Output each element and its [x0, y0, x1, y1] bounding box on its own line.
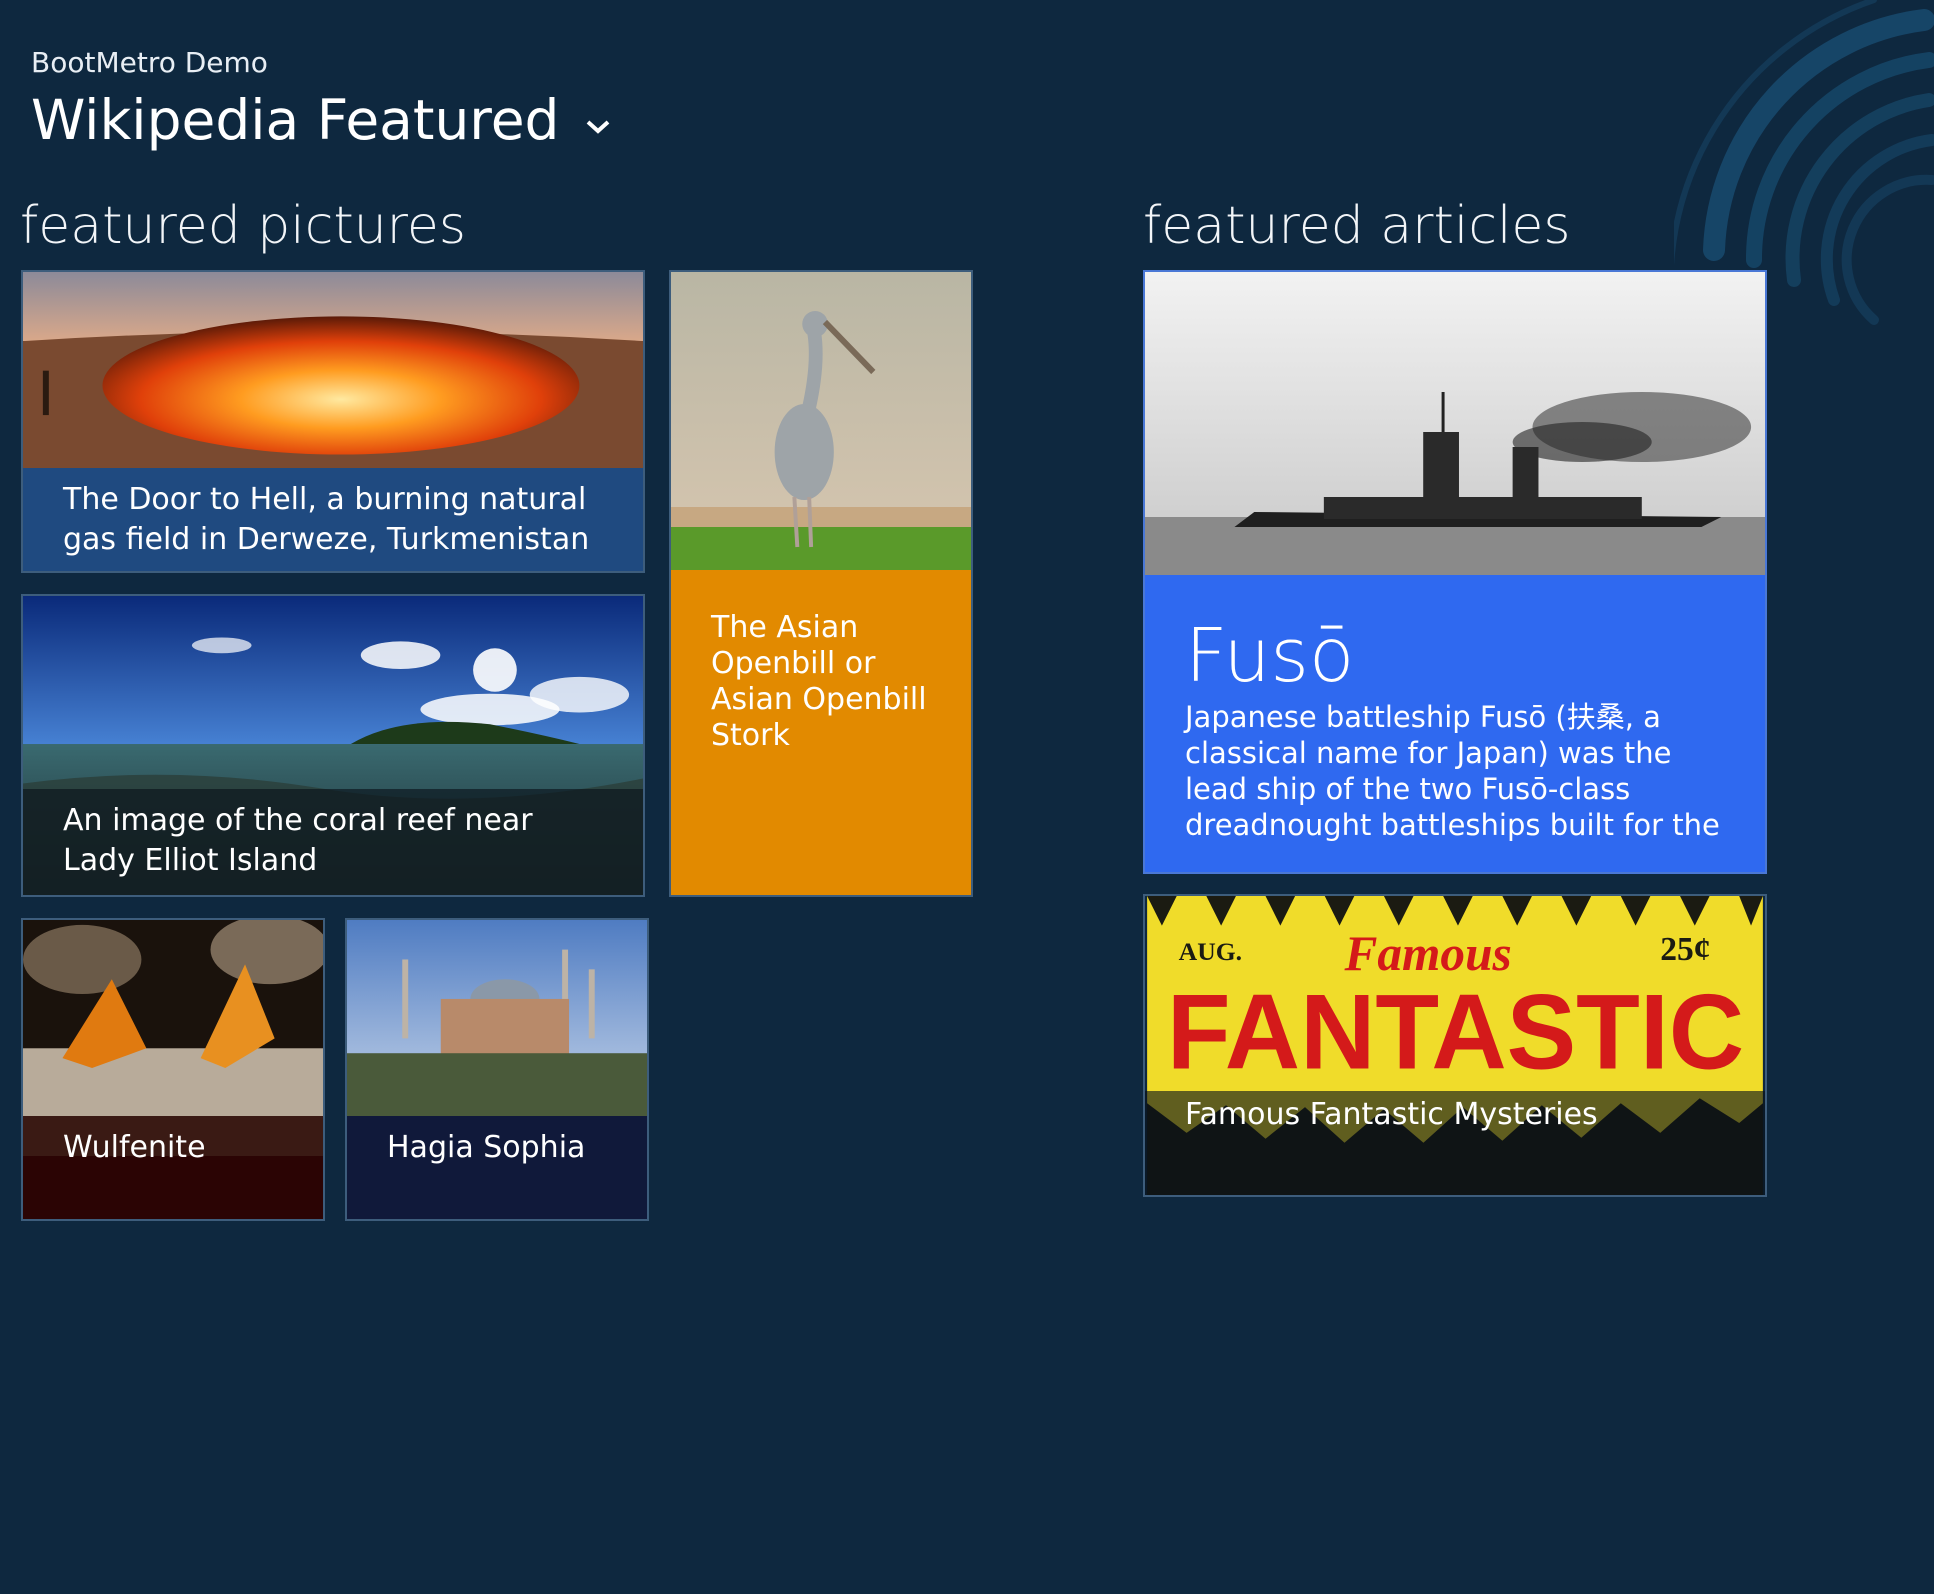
- section-title-featured-articles: featured articles: [1143, 196, 1571, 256]
- tile-caption: Famous Fantastic Mysteries: [1145, 1091, 1765, 1195]
- tile-caption: Wulfenite: [23, 1116, 323, 1219]
- tile-caption: Hagia Sophia: [347, 1116, 647, 1219]
- tile-caption: The Asian Openbill or Asian Openbill Sto…: [671, 570, 971, 895]
- app-title: BootMetro Demo: [31, 46, 268, 79]
- chevron-down-icon: [587, 120, 610, 134]
- tile-coral-reef[interactable]: An image of the coral reef near Lady Ell…: [21, 594, 645, 897]
- tile-hagia-sophia[interactable]: Hagia Sophia: [345, 918, 649, 1221]
- section-title-featured-pictures: featured pictures: [20, 196, 466, 256]
- hub-title: Wikipedia Featured: [31, 88, 560, 152]
- hub-title-dropdown[interactable]: Wikipedia Featured: [31, 86, 611, 154]
- cover-word-main: FANTASTIC: [1167, 973, 1744, 1092]
- tile-caption: An image of the coral reef near Lady Ell…: [23, 789, 643, 895]
- tile-fuso-article[interactable]: Fusō Japanese battleship Fusō (扶桑, a cla…: [1143, 270, 1767, 874]
- tile-wulfenite[interactable]: Wulfenite: [21, 918, 325, 1221]
- fuso-text-panel: Fusō Japanese battleship Fusō (扶桑, a cla…: [1145, 575, 1765, 872]
- article-description: Japanese battleship Fusō (扶桑, a classica…: [1185, 700, 1720, 842]
- tile-door-to-hell[interactable]: The Door to Hell, a burning natural gas …: [21, 270, 645, 573]
- article-title: Fusō: [1185, 613, 1355, 699]
- fuso-battleship-image: [1145, 272, 1765, 577]
- tile-famous-fantastic-mysteries[interactable]: AUG. 25¢ Famous FANTASTIC Famous Fantast…: [1143, 894, 1767, 1197]
- tile-asian-openbill[interactable]: The Asian Openbill or Asian Openbill Sto…: [669, 270, 973, 897]
- asian-openbill-image: [671, 272, 971, 572]
- cover-price: 25¢: [1660, 931, 1710, 968]
- tile-caption: The Door to Hell, a burning natural gas …: [23, 468, 643, 571]
- cover-month: AUG.: [1179, 937, 1242, 966]
